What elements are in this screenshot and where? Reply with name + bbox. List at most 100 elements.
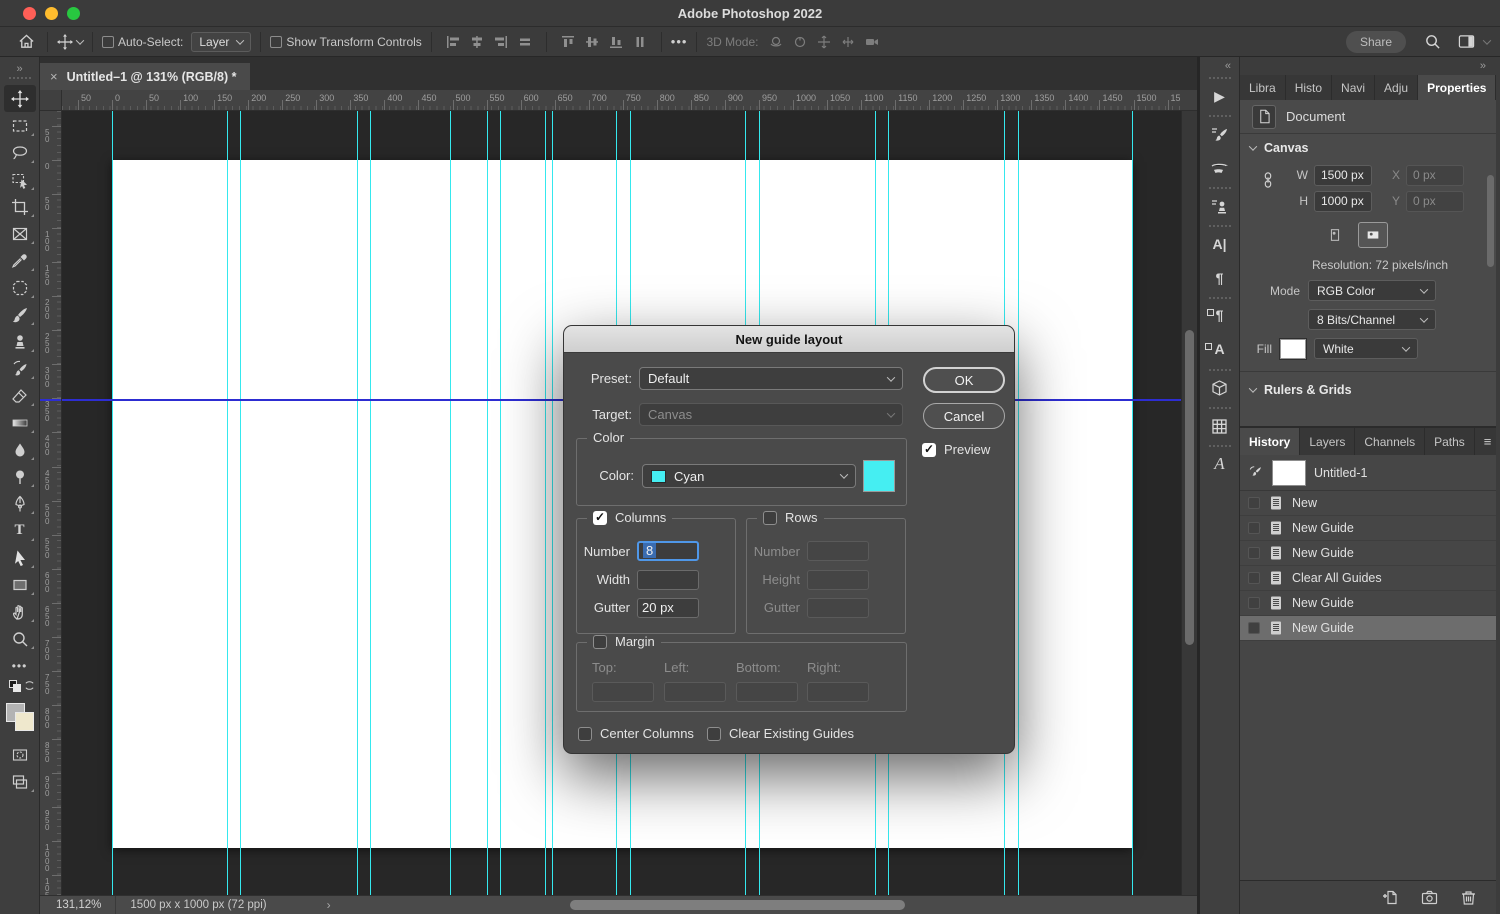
toolbar-grip[interactable] xyxy=(9,77,31,79)
vertical-guide[interactable] xyxy=(112,111,113,895)
status-options-icon[interactable]: › xyxy=(327,898,331,912)
edit-toolbar-icon[interactable]: ••• xyxy=(4,652,36,679)
collapse-panels-icon[interactable]: « xyxy=(1225,60,1231,72)
align-center-horizontal-icon[interactable] xyxy=(465,31,489,53)
brushes-panel-icon[interactable] xyxy=(1201,151,1239,185)
actions-panel-icon[interactable]: ▶ xyxy=(1201,79,1239,113)
history-state-new-guide[interactable]: New Guide xyxy=(1240,616,1496,641)
clone-source-panel-icon[interactable] xyxy=(1201,189,1239,223)
center-columns-checkbox[interactable] xyxy=(578,727,592,741)
vertical-guide[interactable] xyxy=(370,111,371,895)
fill-color-swatch[interactable] xyxy=(1280,339,1306,359)
new-snapshot-icon[interactable] xyxy=(1420,888,1439,907)
rectangular-marquee-tool[interactable] xyxy=(4,112,36,139)
tab-navigator[interactable]: Navi xyxy=(1332,75,1375,100)
vertical-scrollbar-thumb[interactable] xyxy=(1185,330,1194,645)
clone-stamp-tool[interactable] xyxy=(4,328,36,355)
canvas-section-header[interactable]: Canvas xyxy=(1240,134,1496,162)
glyph-alternates-panel-icon[interactable]: A xyxy=(1201,447,1239,481)
share-button[interactable]: Share xyxy=(1346,31,1406,53)
preview-checkbox[interactable] xyxy=(922,443,936,457)
more-options-icon[interactable]: ••• xyxy=(671,34,688,49)
columns-width-field[interactable] xyxy=(637,570,699,590)
color-swatch-large[interactable] xyxy=(863,460,895,492)
align-left-icon[interactable] xyxy=(441,31,465,53)
tab-history[interactable]: History xyxy=(1240,428,1300,455)
history-source-well[interactable] xyxy=(1248,572,1260,584)
new-document-from-state-icon[interactable] xyxy=(1381,888,1400,907)
crop-tool[interactable] xyxy=(4,193,36,220)
history-brush-tool[interactable] xyxy=(4,355,36,382)
rows-checkbox[interactable] xyxy=(763,511,777,525)
auto-select-checkbox[interactable] xyxy=(102,36,114,48)
dodge-tool[interactable] xyxy=(4,463,36,490)
gradient-tool[interactable] xyxy=(4,409,36,436)
history-source-well[interactable] xyxy=(1248,497,1260,509)
margin-checkbox[interactable] xyxy=(593,635,607,649)
history-brush-source-icon[interactable] xyxy=(1248,465,1264,481)
eraser-tool[interactable] xyxy=(4,382,36,409)
color-mode-dropdown[interactable]: RGB Color xyxy=(1308,280,1436,301)
history-snapshot-row[interactable]: Untitled-1 xyxy=(1240,455,1496,491)
cancel-button[interactable]: Cancel xyxy=(923,403,1005,429)
vertical-scrollbar[interactable] xyxy=(1181,111,1197,895)
landscape-orientation-button[interactable] xyxy=(1358,222,1388,248)
history-state-new-guide[interactable]: New Guide xyxy=(1240,541,1496,566)
canvas-height-field[interactable]: 1000 px xyxy=(1314,191,1372,212)
align-bottom-icon[interactable] xyxy=(604,31,628,53)
paragraph-panel-icon[interactable]: ¶ xyxy=(1201,261,1239,295)
horizontal-scrollbar-thumb[interactable] xyxy=(570,900,905,910)
collapse-dock-icon[interactable]: » xyxy=(1480,60,1486,72)
panel-scrollbar-thumb[interactable] xyxy=(1487,175,1494,267)
quick-mask-button[interactable] xyxy=(4,741,36,768)
rectangle-tool[interactable] xyxy=(4,571,36,598)
path-selection-tool[interactable] xyxy=(4,544,36,571)
history-source-well[interactable] xyxy=(1248,522,1260,534)
show-transform-checkbox[interactable] xyxy=(270,36,282,48)
vertical-guide[interactable] xyxy=(450,111,451,895)
panel-menu-icon[interactable]: ≡ xyxy=(1496,75,1500,100)
vertical-ruler[interactable]: 5005010015020025030035040045050055060065… xyxy=(40,111,62,895)
guide-color-dropdown[interactable]: Cyan xyxy=(642,464,856,488)
dialog-title[interactable]: New guide layout xyxy=(564,326,1014,353)
distribute-horizontal-icon[interactable] xyxy=(513,31,537,53)
auto-select-target-dropdown[interactable]: Layer xyxy=(191,32,251,52)
align-top-icon[interactable] xyxy=(556,31,580,53)
portrait-orientation-button[interactable] xyxy=(1320,222,1350,248)
vertical-guide[interactable] xyxy=(357,111,358,895)
link-dimensions-icon[interactable] xyxy=(1260,172,1276,188)
preset-dropdown[interactable]: Default xyxy=(639,367,903,390)
tab-histogram[interactable]: Histo xyxy=(1286,75,1332,100)
healing-brush-tool[interactable] xyxy=(4,274,36,301)
fill-dropdown[interactable]: White xyxy=(1314,338,1418,359)
tab-libraries[interactable]: Libra xyxy=(1240,75,1286,100)
document-tab[interactable]: × Untitled–1 @ 131% (RGB/8) * xyxy=(40,63,250,90)
history-source-well[interactable] xyxy=(1248,622,1260,634)
hand-tool[interactable] xyxy=(4,598,36,625)
type-tool[interactable]: T xyxy=(4,517,36,544)
workspace-switcher-icon[interactable] xyxy=(1454,31,1478,53)
history-source-well[interactable] xyxy=(1248,547,1260,559)
columns-gutter-field[interactable]: 20 px xyxy=(637,598,699,618)
zoom-tool[interactable] xyxy=(4,625,36,652)
expand-toolbar-icon[interactable]: » xyxy=(16,63,22,75)
tab-channels[interactable]: Channels xyxy=(1355,428,1425,455)
clear-existing-guides-checkbox[interactable] xyxy=(707,727,721,741)
vertical-guide[interactable] xyxy=(1018,111,1019,895)
align-middle-vertical-icon[interactable] xyxy=(580,31,604,53)
tab-paths[interactable]: Paths xyxy=(1425,428,1475,455)
character-panel-icon[interactable]: A| xyxy=(1201,227,1239,261)
delete-state-icon[interactable] xyxy=(1459,888,1478,907)
vertical-guide[interactable] xyxy=(487,111,488,895)
brush-settings-panel-icon[interactable] xyxy=(1201,117,1239,151)
vertical-guide[interactable] xyxy=(500,111,501,895)
history-source-well[interactable] xyxy=(1248,597,1260,609)
horizontal-ruler[interactable]: 5005010015020025030035040045050055060065… xyxy=(62,90,1180,110)
screen-mode-button[interactable] xyxy=(4,768,36,795)
vertical-guide[interactable] xyxy=(240,111,241,895)
move-tool-preset[interactable] xyxy=(57,34,83,50)
zoom-level[interactable]: 131,12% xyxy=(56,899,101,911)
eyedropper-tool[interactable] xyxy=(4,247,36,274)
vertical-guide[interactable] xyxy=(1132,111,1133,895)
brush-tool[interactable] xyxy=(4,301,36,328)
